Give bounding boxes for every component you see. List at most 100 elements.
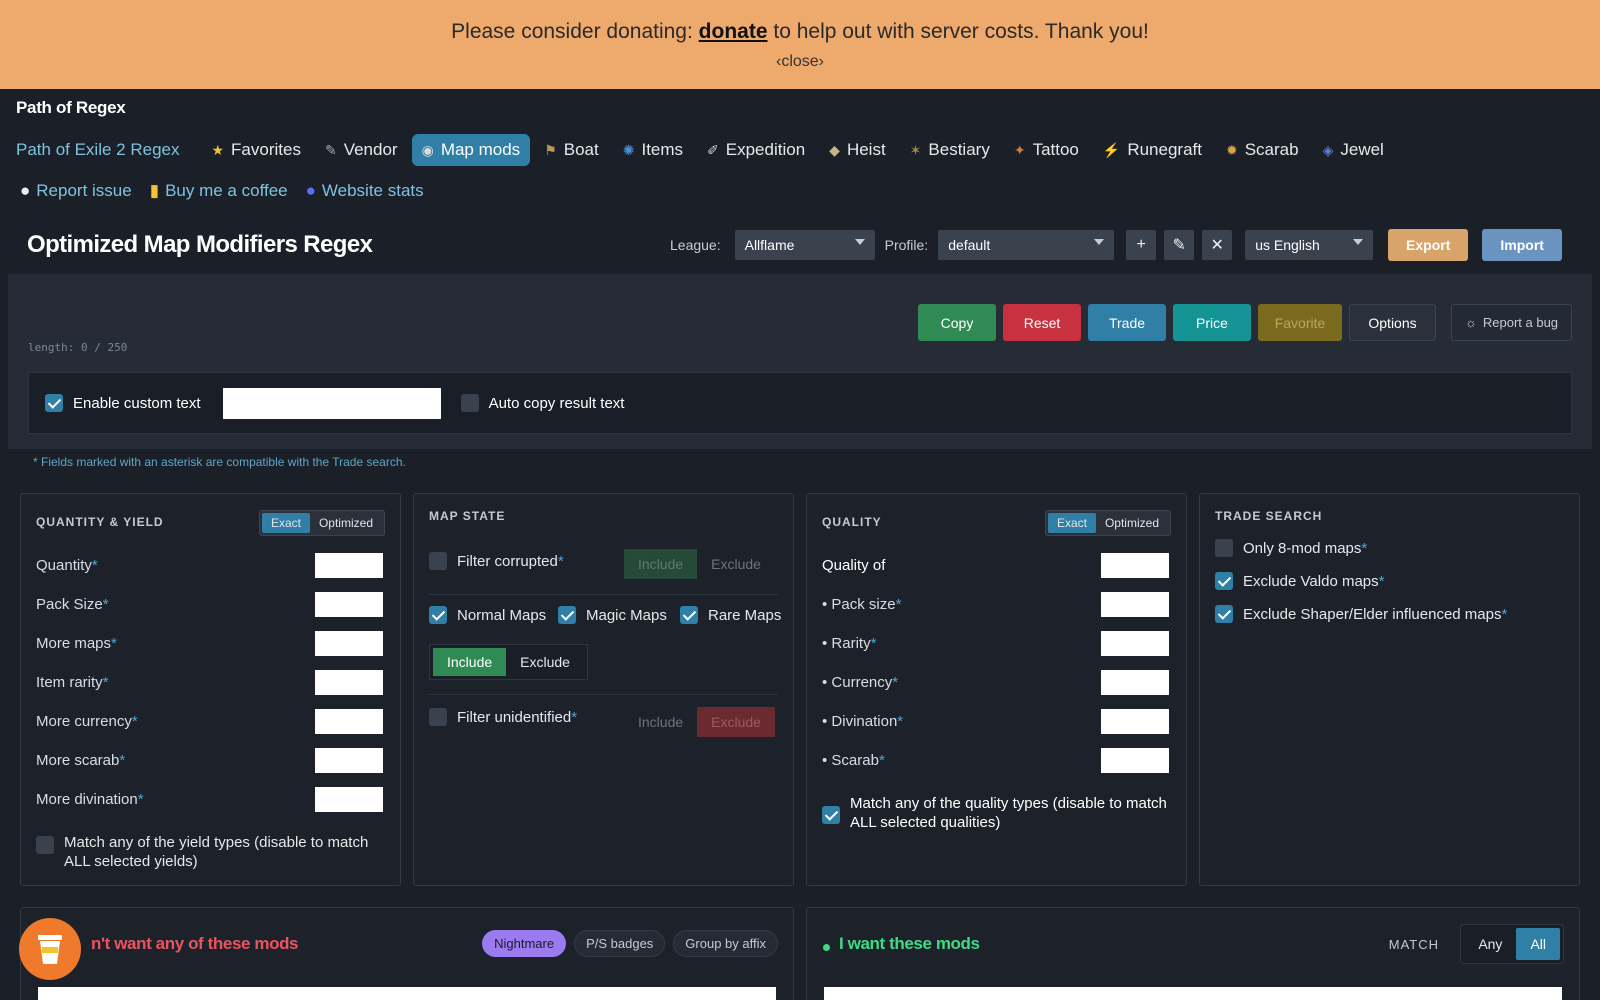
coffee-icon: ▮ <box>149 181 160 200</box>
exclude-shaper-checkbox[interactable] <box>1215 605 1233 623</box>
rare-maps-checkbox[interactable] <box>680 606 698 624</box>
exact-option[interactable]: Exact <box>1047 513 1096 533</box>
nav-expedition[interactable]: ✐ Expedition <box>697 134 815 166</box>
nav-items[interactable]: ✺ Items <box>613 134 693 166</box>
import-button[interactable]: Import <box>1482 229 1563 261</box>
group-by-affix-pill[interactable]: Group by affix <box>673 930 778 957</box>
filter-unidentified-checkbox[interactable] <box>429 708 447 726</box>
site-brand[interactable]: Path of Regex <box>16 98 126 118</box>
exclude-valdo-checkbox[interactable] <box>1215 572 1233 590</box>
nav-boat[interactable]: ⚑ Boat <box>534 134 609 166</box>
favorite-button[interactable]: Favorite <box>1258 304 1342 341</box>
regex-length: length: 0 / 250 <box>28 341 128 354</box>
wanted-mods-search[interactable] <box>824 987 1562 1000</box>
report-bug-button[interactable]: ☼ Report a bug <box>1451 304 1572 341</box>
poe2-regex-link[interactable]: Path of Exile 2 Regex <box>16 140 179 160</box>
price-button[interactable]: Price <box>1173 304 1251 341</box>
status-dot-icon <box>823 944 830 951</box>
item-rarity-input[interactable] <box>315 670 383 695</box>
buy-coffee-link[interactable]: ▮ Buy me a coffee <box>150 181 288 201</box>
report-issue-link[interactable]: ● Report issue <box>20 181 132 201</box>
quality-currency-input[interactable] <box>1101 670 1169 695</box>
map-icon: ◉ <box>421 141 434 158</box>
options-button[interactable]: Options <box>1349 304 1436 341</box>
match-any-quality-checkbox[interactable] <box>822 806 840 824</box>
quality-scarab-input[interactable] <box>1101 748 1169 773</box>
quantity-input[interactable] <box>315 553 383 578</box>
edit-profile-button[interactable]: ✎ <box>1164 230 1195 260</box>
nav-heist[interactable]: ◆ Heist <box>819 134 896 166</box>
reset-button[interactable]: Reset <box>1003 304 1081 341</box>
custom-text-input[interactable] <box>222 387 441 419</box>
exact-option[interactable]: Exact <box>261 513 310 533</box>
asterisk: * <box>870 635 877 652</box>
enable-custom-text-checkbox[interactable] <box>45 394 63 412</box>
more-maps-input[interactable] <box>315 631 383 656</box>
magic-maps-label: Magic Maps <box>586 606 667 624</box>
include-option[interactable]: Include <box>624 707 697 737</box>
heist-icon: ◆ <box>829 141 840 158</box>
nav-map-mods[interactable]: ◉ Map mods <box>411 134 531 166</box>
exclude-option[interactable]: Exclude <box>506 648 584 676</box>
exclude-option[interactable]: Exclude <box>697 707 775 737</box>
delete-profile-button[interactable]: ✕ <box>1202 230 1233 260</box>
buy-coffee-floating-button[interactable] <box>19 918 81 980</box>
banner-close-link[interactable]: ‹close› <box>0 53 1600 71</box>
unwanted-mods-search[interactable] <box>38 987 776 1000</box>
nav-vendor[interactable]: ✎ Vendor <box>315 134 408 166</box>
ps-badges-pill[interactable]: P/S badges <box>574 930 666 957</box>
nightmare-pill[interactable]: Nightmare <box>482 930 567 957</box>
only-8-mod-checkbox[interactable] <box>1215 539 1233 557</box>
nav-tattoo[interactable]: ✦ Tattoo <box>1004 134 1089 166</box>
match-any-option[interactable]: Any <box>1464 928 1516 960</box>
nav-label: Scarab <box>1244 140 1299 159</box>
export-button[interactable]: Export <box>1388 229 1469 261</box>
include-option[interactable]: Include <box>624 549 698 579</box>
rarity-include-exclude: Include Exclude <box>429 644 588 680</box>
exclude-shaper-label: Exclude Shaper/Elder influenced maps* <box>1243 606 1507 623</box>
card-title: TRADE SEARCH <box>1215 509 1323 523</box>
magic-maps-checkbox[interactable] <box>558 606 576 624</box>
nav-scarab[interactable]: ✹ Scarab <box>1216 134 1309 166</box>
donate-link[interactable]: donate <box>699 20 768 43</box>
include-option[interactable]: Include <box>433 648 507 676</box>
pencil-icon: ✎ <box>1172 237 1186 254</box>
optimized-option[interactable]: Optimized <box>310 513 382 533</box>
quality-divination-input[interactable] <box>1101 709 1169 734</box>
bestiary-icon: ✶ <box>909 141 922 158</box>
add-profile-button[interactable]: + <box>1126 230 1157 260</box>
quality-of-label: Quality of <box>822 557 886 574</box>
filter-corrupted-checkbox[interactable] <box>429 552 447 570</box>
nav-jewel[interactable]: ◈ Jewel <box>1313 134 1394 166</box>
more-scarab-input[interactable] <box>315 748 383 773</box>
nav-bestiary[interactable]: ✶ Bestiary <box>900 134 1000 166</box>
nav-runegraft[interactable]: ⚡ Runegraft <box>1093 134 1212 166</box>
more-divination-input[interactable] <box>315 787 383 812</box>
league-select[interactable]: Allflame <box>734 230 875 260</box>
match-any-yield-checkbox[interactable] <box>36 836 54 854</box>
quality-of-input[interactable] <box>1101 553 1169 578</box>
auto-copy-checkbox[interactable] <box>460 394 479 412</box>
quantity-mode-toggle: Exact Optimized <box>258 510 385 536</box>
optimized-option[interactable]: Optimized <box>1096 513 1168 533</box>
filter-corrupted-row: Filter corrupted* <box>429 552 564 570</box>
website-stats-link[interactable]: ● Website stats <box>306 181 424 201</box>
quality-rarity-input[interactable] <box>1101 631 1169 656</box>
profile-select[interactable]: default <box>938 230 1115 260</box>
quality-pack-size-input[interactable] <box>1101 592 1169 617</box>
language-select[interactable]: us English <box>1245 230 1374 260</box>
auto-copy-label: Auto copy result text <box>488 394 625 412</box>
more-currency-input[interactable] <box>315 709 383 734</box>
label-text: Exclude Shaper/Elder influenced maps <box>1243 605 1502 623</box>
field-text: More scarab <box>36 752 120 769</box>
normal-maps-checkbox[interactable] <box>429 606 447 624</box>
copy-button[interactable]: Copy <box>918 304 996 341</box>
label-text: Only 8-mod maps <box>1243 539 1362 557</box>
unwanted-mods-card: n't want any of these mods Nightmare P/S… <box>20 907 794 1000</box>
pack-size-input[interactable] <box>315 592 383 617</box>
exclude-option[interactable]: Exclude <box>697 549 775 579</box>
match-all-option[interactable]: All <box>1516 928 1560 960</box>
trade-button[interactable]: Trade <box>1088 304 1166 341</box>
nav-favorites[interactable]: ★ Favorites <box>201 134 310 166</box>
asterisk: * <box>892 674 899 691</box>
